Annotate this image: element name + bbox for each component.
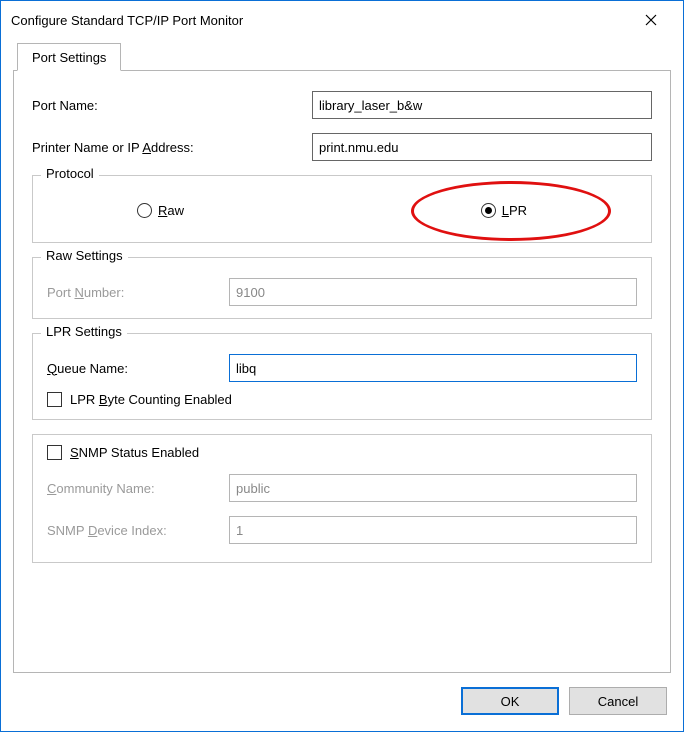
cancel-button[interactable]: Cancel — [569, 687, 667, 715]
row-community-name: Community Name: — [47, 474, 637, 502]
label-queue-name: Queue Name: — [47, 361, 229, 376]
row-snmp-enabled[interactable]: SNMP Status Enabled — [47, 445, 637, 460]
radio-raw[interactable] — [137, 203, 152, 218]
protocol-options: Raw LPR — [47, 190, 637, 230]
checkbox-snmp-enabled[interactable] — [47, 445, 62, 460]
group-lpr-settings: LPR Settings Queue Name: LPR Byte Counti… — [32, 333, 652, 420]
client-area: Port Settings Port Name: Printer Name or… — [1, 39, 683, 731]
radio-lpr-label: LPR — [502, 203, 527, 218]
label-snmp-enabled: SNMP Status Enabled — [70, 445, 199, 460]
radio-raw-wrap[interactable]: Raw — [137, 203, 184, 218]
close-icon — [645, 14, 657, 26]
radio-raw-label: Raw — [158, 203, 184, 218]
input-port-name[interactable] — [312, 91, 652, 119]
row-queue-name: Queue Name: — [47, 354, 637, 382]
row-byte-counting[interactable]: LPR Byte Counting Enabled — [47, 392, 637, 407]
tabstrip: Port Settings — [13, 43, 671, 71]
tab-port-settings[interactable]: Port Settings — [17, 43, 121, 71]
group-protocol: Protocol Raw LPR — [32, 175, 652, 243]
input-printer-address[interactable] — [312, 133, 652, 161]
legend-raw-settings: Raw Settings — [41, 248, 128, 263]
legend-protocol: Protocol — [41, 166, 99, 181]
row-printer-address: Printer Name or IP Address: — [32, 133, 652, 161]
label-printer-address: Printer Name or IP Address: — [32, 140, 312, 155]
close-button[interactable] — [629, 6, 673, 34]
dialog-window: Configure Standard TCP/IP Port Monitor P… — [0, 0, 684, 732]
button-bar: OK Cancel — [13, 673, 671, 719]
group-snmp: SNMP Status Enabled Community Name: SNMP… — [32, 434, 652, 563]
legend-lpr-settings: LPR Settings — [41, 324, 127, 339]
window-title: Configure Standard TCP/IP Port Monitor — [11, 13, 629, 28]
checkbox-byte-counting[interactable] — [47, 392, 62, 407]
radio-lpr[interactable] — [481, 203, 496, 218]
label-snmp-index: SNMP Device Index: — [47, 523, 229, 538]
tabpage: Port Name: Printer Name or IP Address: P… — [13, 70, 671, 673]
group-raw-settings: Raw Settings Port Number: — [32, 257, 652, 319]
input-port-number — [229, 278, 637, 306]
input-queue-name[interactable] — [229, 354, 637, 382]
ok-button[interactable]: OK — [461, 687, 559, 715]
label-port-number: Port Number: — [47, 285, 229, 300]
tab-label: Port Settings — [32, 50, 106, 65]
row-port-number: Port Number: — [47, 278, 637, 306]
label-port-name: Port Name: — [32, 98, 312, 113]
titlebar: Configure Standard TCP/IP Port Monitor — [1, 1, 683, 39]
radio-lpr-wrap[interactable]: LPR — [481, 203, 527, 218]
row-snmp-index: SNMP Device Index: — [47, 516, 637, 544]
input-snmp-index — [229, 516, 637, 544]
input-community-name — [229, 474, 637, 502]
label-byte-counting: LPR Byte Counting Enabled — [70, 392, 232, 407]
row-port-name: Port Name: — [32, 91, 652, 119]
label-community-name: Community Name: — [47, 481, 229, 496]
